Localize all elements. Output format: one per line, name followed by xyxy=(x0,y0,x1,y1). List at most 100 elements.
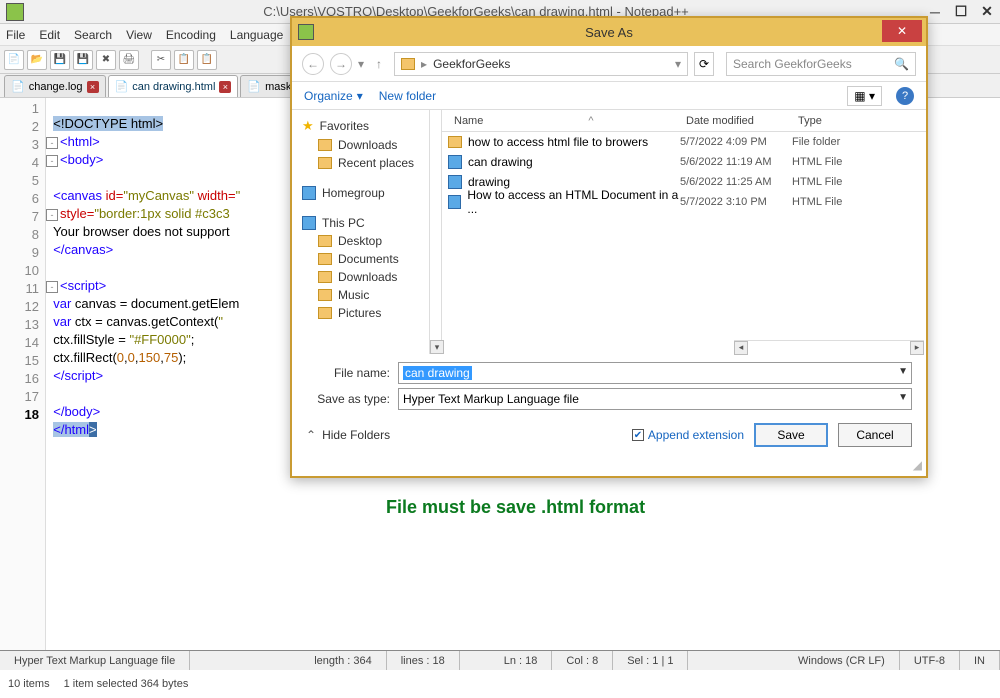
dialog-titlebar: Save As ✕ xyxy=(292,18,926,46)
dialog-title: Save As xyxy=(292,25,926,40)
folder-icon xyxy=(318,235,332,247)
favorites-group[interactable]: ★Favorites xyxy=(292,114,429,136)
this-pc[interactable]: This PC xyxy=(292,212,429,232)
close-button[interactable]: ✕ xyxy=(974,2,1000,22)
col-date[interactable]: Date modified xyxy=(680,115,792,127)
status-sel: Sel : 1 | 1 xyxy=(613,651,688,670)
address-bar[interactable]: ▸ GeekforGeeks ▾ xyxy=(394,52,688,76)
file-row[interactable]: how to access html file to browers5/7/20… xyxy=(442,132,926,152)
nav-downloads2[interactable]: Downloads xyxy=(292,268,429,286)
status-ins: IN xyxy=(960,651,1000,670)
organize-button[interactable]: Organize ▾ xyxy=(304,89,363,103)
nav-recent[interactable]: Recent places xyxy=(292,154,429,172)
tab-close-icon[interactable]: × xyxy=(219,81,231,93)
save-button[interactable]: Save xyxy=(754,423,828,447)
nav-panel: ★Favorites Downloads Recent places Homeg… xyxy=(292,110,430,354)
savetype-select[interactable]: Hyper Text Markup Language file▼ xyxy=(398,388,912,410)
folder-icon xyxy=(318,271,332,283)
file-row[interactable]: can drawing5/6/2022 11:19 AMHTML File xyxy=(442,152,926,172)
hide-folders-button[interactable]: ⌃Hide Folders xyxy=(306,428,390,442)
html-icon xyxy=(448,155,462,169)
status-lines: lines : 18 xyxy=(387,651,460,670)
file-panel: Name ^ Date modified Type how to access … xyxy=(442,110,926,354)
filename-label: File name: xyxy=(306,366,390,380)
nav-music[interactable]: Music xyxy=(292,286,429,304)
folder-icon xyxy=(318,289,332,301)
h-scrollbar[interactable]: ◂▸ xyxy=(734,340,924,354)
folder-icon xyxy=(318,139,332,151)
nav-documents[interactable]: Documents xyxy=(292,250,429,268)
filename-input[interactable]: can drawing▼ xyxy=(398,362,912,384)
nav-downloads[interactable]: Downloads xyxy=(292,136,429,154)
app-icon xyxy=(6,3,24,21)
file-row[interactable]: How to access an HTML Document in a ...5… xyxy=(442,192,926,212)
menu-view[interactable]: View xyxy=(126,28,152,42)
homegroup-icon xyxy=(302,186,316,200)
statusbar: Hyper Text Markup Language file length :… xyxy=(0,650,1000,670)
cancel-button[interactable]: Cancel xyxy=(838,423,912,447)
dialog-close-button[interactable]: ✕ xyxy=(882,20,922,42)
menu-file[interactable]: File xyxy=(6,28,25,42)
toolbar-close-icon[interactable]: ✖ xyxy=(96,50,116,70)
status-enc: UTF-8 xyxy=(900,651,960,670)
menu-encoding[interactable]: Encoding xyxy=(166,28,216,42)
savetype-label: Save as type: xyxy=(306,392,390,406)
dialog-body: ★Favorites Downloads Recent places Homeg… xyxy=(292,110,926,354)
toolbar-paste-icon[interactable]: 📋 xyxy=(197,50,217,70)
status-ln: Ln : 18 xyxy=(490,651,553,670)
explorer-status: 10 items 1 item selected 364 bytes xyxy=(8,678,188,690)
line-gutter: 123456789101112131415161718 xyxy=(0,98,46,652)
nav-scrollbar[interactable]: ▾ xyxy=(430,110,442,354)
up-button[interactable]: ↑ xyxy=(376,57,382,71)
col-type[interactable]: Type xyxy=(792,115,872,127)
folder-icon xyxy=(448,136,462,148)
col-name[interactable]: Name ^ xyxy=(442,115,680,127)
new-folder-button[interactable]: New folder xyxy=(379,89,436,103)
save-as-dialog: Save As ✕ ← → ▾ ↑ ▸ GeekforGeeks ▾ ⟳ Sea… xyxy=(290,16,928,478)
toolbar-copy-icon[interactable]: 📋 xyxy=(174,50,194,70)
star-icon: ★ xyxy=(302,118,314,134)
tab-close-icon[interactable]: × xyxy=(87,81,99,93)
tab-changelog[interactable]: 📄change.log× xyxy=(4,75,106,97)
html-icon xyxy=(448,195,461,209)
status-length: length : 364 xyxy=(300,651,387,670)
status-eol: Windows (CR LF) xyxy=(784,651,900,670)
help-icon[interactable]: ? xyxy=(896,87,914,105)
append-ext-label: Append extension xyxy=(648,428,744,442)
search-icon: 🔍 xyxy=(894,57,909,71)
breadcrumb-folder[interactable]: GeekforGeeks xyxy=(433,57,510,71)
forward-button[interactable]: → xyxy=(330,53,352,75)
toolbar-new-icon[interactable]: 📄 xyxy=(4,50,24,70)
toolbar-open-icon[interactable]: 📂 xyxy=(27,50,47,70)
toolbar-cut-icon[interactable]: ✂ xyxy=(151,50,171,70)
search-box[interactable]: Search GeekforGeeks 🔍 xyxy=(726,52,916,76)
folder-icon xyxy=(318,157,332,169)
dialog-fields: File name: can drawing▼ Save as type: Hy… xyxy=(292,354,926,412)
toolbar-save-icon[interactable]: 💾 xyxy=(50,50,70,70)
tab-can-drawing[interactable]: 📄can drawing.html× xyxy=(108,75,239,97)
back-button[interactable]: ← xyxy=(302,53,324,75)
append-ext-checkbox[interactable]: ✔ xyxy=(632,429,644,441)
toolbar-saveall-icon[interactable]: 💾 xyxy=(73,50,93,70)
nav-desktop[interactable]: Desktop xyxy=(292,232,429,250)
dialog-nav: ← → ▾ ↑ ▸ GeekforGeeks ▾ ⟳ Search Geekfo… xyxy=(292,46,926,82)
pc-icon xyxy=(302,216,316,230)
view-button[interactable]: ▦ ▾ xyxy=(847,86,882,106)
resize-grip-icon[interactable]: ◢ xyxy=(913,458,922,472)
status-col: Col : 8 xyxy=(552,651,613,670)
menu-search[interactable]: Search xyxy=(74,28,112,42)
file-header: Name ^ Date modified Type xyxy=(442,110,926,132)
dialog-toolbar: Organize ▾ New folder ▦ ▾ ? xyxy=(292,82,926,110)
toolbar-print-icon[interactable]: 🖨 xyxy=(119,50,139,70)
folder-icon xyxy=(318,253,332,265)
dialog-footer: ⌃Hide Folders ✔ Append extension Save Ca… xyxy=(292,412,926,458)
homegroup[interactable]: Homegroup xyxy=(292,182,429,202)
status-items: 10 items xyxy=(8,678,50,690)
status-lang: Hyper Text Markup Language file xyxy=(0,651,190,670)
menu-edit[interactable]: Edit xyxy=(39,28,60,42)
recent-button[interactable]: ▾ xyxy=(358,57,364,71)
nav-pictures[interactable]: Pictures xyxy=(292,304,429,322)
maximize-button[interactable]: ☐ xyxy=(948,2,974,22)
menu-language[interactable]: Language xyxy=(230,28,283,42)
refresh-button[interactable]: ⟳ xyxy=(694,52,714,76)
